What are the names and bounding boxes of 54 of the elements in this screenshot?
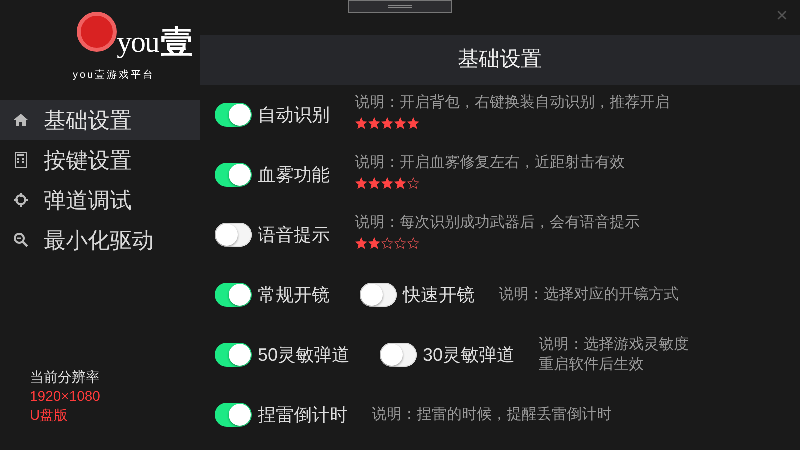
logo-subtitle: you壹游戏平台 — [72, 68, 156, 83]
description-text: 说明：开启血雾修复左右，近距射击有效 — [355, 152, 625, 173]
star-icon — [407, 237, 420, 250]
sidebar-item[interactable]: 弹道调试 — [0, 180, 200, 220]
description-text: 说明：开启背包，右键换装自动识别，推荐开启 — [355, 92, 670, 113]
toggle-label: 自动识别 — [258, 104, 330, 126]
toggle-switch[interactable] — [215, 163, 252, 187]
crosshair-icon — [13, 192, 29, 208]
page-title: 基础设置 — [458, 47, 542, 74]
sidebar-item[interactable]: 最小化驱动 — [0, 220, 200, 260]
drag-handle[interactable] — [348, 0, 452, 13]
toggle-switch[interactable] — [360, 283, 397, 307]
toggle-switch[interactable] — [215, 223, 252, 247]
toggle-label: 语音提示 — [258, 224, 330, 246]
star-icon — [381, 117, 394, 130]
toggle-label: 捏雷倒计时 — [258, 404, 348, 426]
description-text: 说明：选择对应的开镜方式 — [499, 285, 679, 305]
sidebar-item[interactable]: 按键设置 — [0, 140, 200, 180]
star-icon — [355, 237, 368, 250]
toggle-label: 快速开镜 — [403, 284, 475, 306]
resolution-label: 当前分辨率 — [30, 368, 101, 387]
star-icon — [407, 177, 420, 190]
toggle-label: 常规开镜 — [258, 284, 330, 306]
toggle-label: 血雾功能 — [258, 164, 330, 186]
star-icon — [381, 177, 394, 190]
star-icon — [368, 177, 381, 190]
description-text: 说明：每次识别成功武器后，会有语音提示 — [355, 212, 640, 233]
logo-text: you — [117, 28, 159, 58]
resolution-value: 1920×1080 — [30, 387, 102, 406]
toggle-switch[interactable] — [215, 343, 252, 367]
description-text: 重启软件后生效 — [539, 355, 646, 375]
star-icon — [368, 117, 381, 130]
toggle-switch[interactable] — [215, 103, 252, 127]
toggle-label: 30灵敏弹道 — [423, 344, 516, 366]
star-icon — [394, 237, 407, 250]
toggle-switch[interactable] — [215, 283, 252, 307]
toggle-switch[interactable] — [215, 403, 252, 427]
zoom-out-icon — [13, 232, 29, 248]
logo-character: 壹 — [161, 26, 193, 58]
sidebar-item[interactable]: 基础设置 — [0, 100, 200, 140]
toggle-label: 50灵敏弹道 — [258, 344, 350, 366]
description-text: 说明：捏雷的时候，提醒丢雷倒计时 — [372, 405, 612, 425]
edition-label: U盘版 — [30, 406, 70, 425]
description-text: 说明：选择游戏灵敏度 — [539, 335, 690, 355]
calculator-icon — [15, 152, 27, 168]
star-icon — [381, 237, 394, 250]
home-icon — [13, 113, 29, 127]
star-icon — [355, 117, 368, 130]
star-icon — [394, 177, 407, 190]
star-icon — [407, 117, 420, 130]
toggle-switch[interactable] — [380, 343, 418, 367]
star-icon — [355, 177, 368, 190]
star-icon — [368, 237, 381, 250]
star-icon — [394, 117, 407, 130]
